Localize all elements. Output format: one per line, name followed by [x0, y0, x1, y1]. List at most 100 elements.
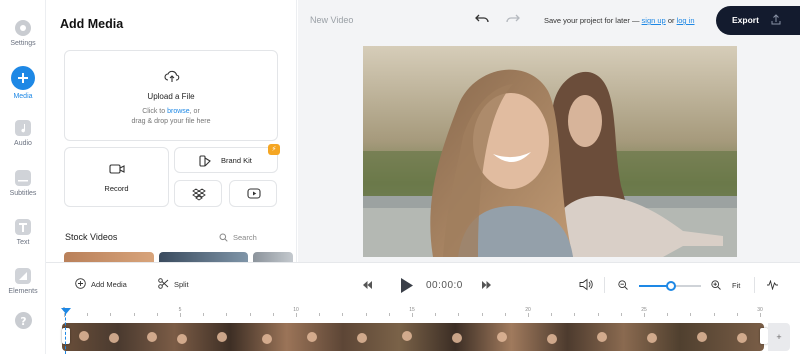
login-link[interactable]: log in: [677, 16, 695, 25]
rewind-icon[interactable]: [363, 281, 372, 289]
brand-kit-label: Brand Kit: [221, 156, 252, 165]
play-icon[interactable]: [400, 277, 414, 294]
ruler-tick: [713, 313, 715, 316]
rail-label: Text: [16, 239, 30, 246]
rail-item-text[interactable]: Text: [0, 219, 46, 246]
stock-videos-title: Stock Videos: [65, 232, 118, 242]
export-button[interactable]: Export: [716, 6, 800, 35]
text-icon: [15, 219, 31, 235]
undo-icon[interactable]: [474, 12, 490, 26]
fit-button[interactable]: Fit: [732, 281, 740, 290]
rail-item-elements[interactable]: Elements: [0, 268, 46, 295]
ruler-tick: [296, 313, 297, 317]
fast-forward-icon[interactable]: [482, 281, 491, 289]
rail-label: Media: [13, 93, 33, 100]
ruler-tick: [180, 313, 181, 317]
zoom-slider-handle[interactable]: [666, 281, 677, 291]
video-editor-app: Settings Media Audio Subtitles Text Elem…: [0, 0, 800, 354]
playback-toolbar: Add Media Split 00:00:0 Fit: [46, 262, 800, 308]
waveform-icon[interactable]: [767, 280, 778, 290]
left-rail: Settings Media Audio Subtitles Text Elem…: [0, 0, 46, 354]
ruler-tick: [690, 313, 692, 316]
brand-kit-button[interactable]: Brand Kit: [174, 147, 278, 173]
add-clip-button[interactable]: +: [768, 323, 790, 351]
upload-hint: Click to browse, or drag & drop your fil…: [65, 107, 277, 127]
ruler-tick: [342, 313, 344, 316]
ruler-tick: [249, 313, 251, 316]
elements-icon: [15, 268, 31, 284]
ruler-tick: [644, 313, 645, 317]
dropbox-icon: [192, 188, 206, 201]
volume-icon[interactable]: [579, 278, 593, 291]
help-icon: ?: [14, 312, 32, 329]
ruler-label: 25: [641, 307, 647, 313]
gear-icon: [15, 20, 31, 36]
upload-hint-line2: drag & drop your file here: [131, 118, 211, 125]
ruler-tick: [365, 313, 367, 316]
upload-hint-suffix: , or: [189, 108, 200, 115]
zoom-slider[interactable]: [639, 281, 701, 291]
toolbar-divider: [604, 277, 605, 293]
zoom-in-icon[interactable]: [711, 280, 721, 290]
ruler-label: 15: [409, 307, 415, 313]
rail-item-audio[interactable]: Audio: [0, 120, 46, 147]
zoom-out-icon[interactable]: [618, 280, 628, 290]
ruler-tick: [388, 313, 390, 316]
upload-icon: [771, 14, 781, 25]
ruler-label: 10: [293, 307, 299, 313]
video-preview[interactable]: [363, 46, 737, 257]
plus-circle-icon: [75, 278, 86, 289]
search-placeholder: Search: [233, 233, 257, 242]
clip-trim-handle-end[interactable]: [760, 328, 768, 344]
ruler-tick: [156, 313, 158, 316]
ruler-tick: [481, 313, 483, 316]
time-display: 00:00:0: [426, 280, 463, 291]
browse-link[interactable]: browse: [167, 108, 190, 115]
stock-thumbnail[interactable]: [253, 252, 293, 262]
plus-icon: [11, 66, 35, 90]
timeline-ruler[interactable]: 0 5 10 15 20 25 30: [63, 307, 764, 318]
split-label: Split: [174, 280, 189, 289]
ruler-label: 30: [757, 307, 763, 313]
rail-item-settings[interactable]: Settings: [0, 20, 46, 47]
ruler-tick: [760, 313, 761, 317]
upload-dropzone[interactable]: Upload a File Click to browse, or drag &…: [64, 50, 278, 141]
add-media-panel: Add Media Upload a File Click to browse,…: [47, 0, 297, 262]
ruler-tick: [87, 313, 89, 316]
ruler-tick: [272, 313, 274, 316]
ruler-tick: [597, 313, 599, 316]
upgrade-badge: ⚡: [268, 144, 280, 155]
ruler-tick: [133, 313, 135, 316]
ruler-label: 20: [525, 307, 531, 313]
record-button[interactable]: Record: [64, 147, 169, 207]
ruler-tick: [110, 313, 112, 316]
video-clip[interactable]: [62, 323, 764, 351]
stock-thumbnail[interactable]: [159, 252, 248, 262]
signup-link[interactable]: sign up: [642, 16, 666, 25]
timeline: 0 5 10 15 20 25 30 +: [46, 307, 800, 354]
rail-label: Audio: [14, 140, 32, 147]
playhead-handle[interactable]: [61, 308, 71, 314]
youtube-icon: [247, 188, 261, 199]
ruler-tick: [319, 313, 321, 316]
rail-item-media[interactable]: Media: [0, 66, 46, 100]
stock-thumbnail[interactable]: [64, 252, 154, 262]
redo-icon[interactable]: [505, 12, 521, 26]
dropbox-button[interactable]: [174, 180, 222, 207]
ruler-tick: [667, 313, 669, 316]
scissors-icon: [158, 278, 169, 289]
save-project-message: Save your project for later — sign up or…: [544, 16, 695, 25]
ruler-tick: [504, 313, 506, 316]
ruler-tick: [736, 313, 738, 316]
ruler-tick: [435, 313, 437, 316]
top-bar: New Video Save your project for later — …: [298, 0, 800, 40]
clip-thumbnails: [79, 331, 747, 344]
project-name[interactable]: New Video: [310, 15, 353, 25]
panel-title: Add Media: [60, 17, 124, 31]
rail-item-subtitles[interactable]: Subtitles: [0, 170, 46, 197]
clip-trim-handle-start[interactable]: [62, 328, 70, 344]
save-prefix: Save your project for later —: [544, 16, 642, 25]
stock-search[interactable]: Search: [219, 233, 257, 242]
youtube-button[interactable]: [229, 180, 277, 207]
rail-item-help[interactable]: ?: [0, 312, 46, 333]
